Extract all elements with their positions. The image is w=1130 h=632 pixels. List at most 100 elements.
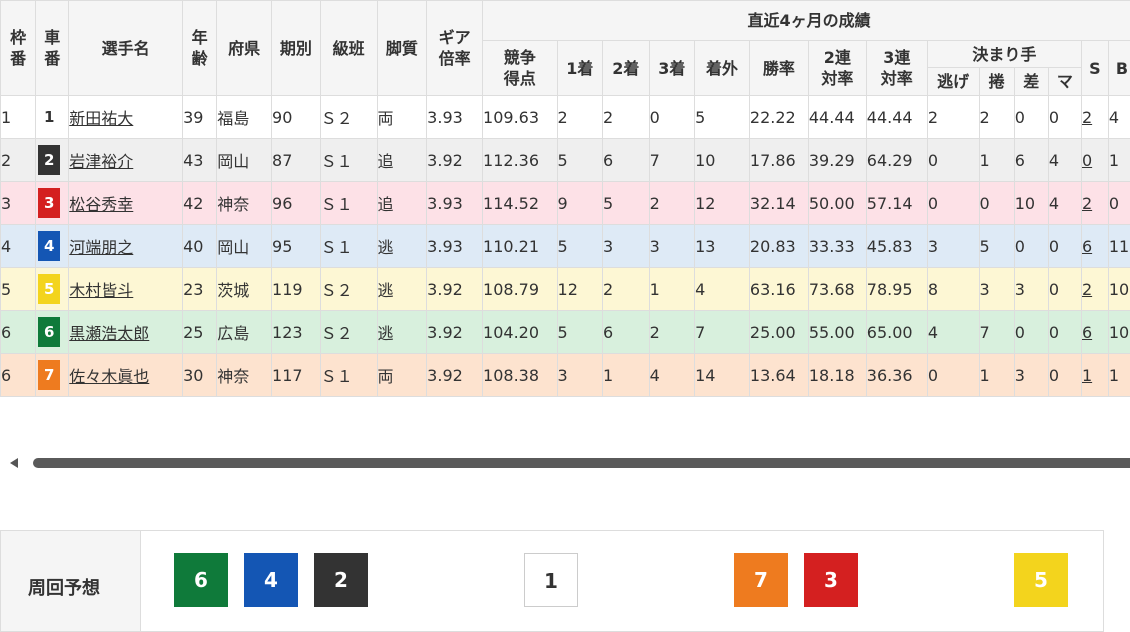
gear-ratio-cell: 3.92 [427,354,483,397]
third-count-cell: 2 [649,182,695,225]
s-count-link[interactable]: 2 [1082,108,1092,127]
header-win-rate: 勝率 [749,41,808,96]
racer-name-link[interactable]: 木村皆斗 [69,281,133,300]
score-cell: 112.36 [483,139,557,182]
header-prefecture: 府県 [217,1,272,96]
sashi-cell: 0 [1014,96,1048,139]
b-count-cell: 10 [1108,311,1130,354]
rate3-cell: 36.36 [866,354,927,397]
header-kimarite: 決まり手 [927,41,1081,68]
rate2-cell: 33.33 [808,225,866,268]
second-count-cell: 6 [603,139,650,182]
prefecture-cell: 広島 [217,311,272,354]
scroll-thumb[interactable] [33,458,1130,468]
rate3-cell: 44.44 [866,96,927,139]
grade-cell: Ｓ１ [320,354,377,397]
gear-ratio-cell: 3.93 [427,182,483,225]
prefecture-cell: 岡山 [217,225,272,268]
second-count-cell: 2 [603,268,650,311]
b-count-cell: 0 [1108,182,1130,225]
table-row: 55木村皆斗23茨城119Ｓ２逃3.92108.791221463.1673.6… [1,268,1130,311]
nige-cell: 2 [927,96,979,139]
car-number-badge: 7 [38,360,60,390]
rate3-cell: 64.29 [866,139,927,182]
s-count-cell: 2 [1081,268,1108,311]
racer-name-cell: 岩津裕介 [69,139,183,182]
s-count-link[interactable]: 6 [1082,237,1092,256]
s-count-link[interactable]: 2 [1082,280,1092,299]
header-first: 1着 [557,41,603,96]
car-number-badge: 2 [38,145,60,175]
s-count-link[interactable]: 1 [1082,366,1092,385]
out-count-cell: 12 [695,182,750,225]
b-count-cell: 11 [1108,225,1130,268]
leg-type-cell: 追 [377,182,427,225]
win-rate-cell: 32.14 [749,182,808,225]
car-number-cell: 5 [36,268,69,311]
horizontal-scrollbar[interactable] [0,450,1130,476]
waku-cell: 3 [1,182,36,225]
rate2-cell: 39.29 [808,139,866,182]
age-cell: 39 [183,96,217,139]
s-count-link[interactable]: 0 [1082,151,1092,170]
prediction-car-badge: 3 [804,553,858,607]
win-rate-cell: 63.16 [749,268,808,311]
grade-cell: Ｓ２ [320,96,377,139]
sashi-cell: 0 [1014,311,1048,354]
header-sashi: 差 [1014,68,1048,96]
score-cell: 114.52 [483,182,557,225]
rate2-cell: 18.18 [808,354,866,397]
chevron-left-icon[interactable] [10,458,18,468]
table-row: 11新田祐大39福島90Ｓ２両3.93109.63220522.2244.444… [1,96,1130,139]
gear-ratio-cell: 3.92 [427,139,483,182]
header-b: B [1108,41,1130,96]
header-car-number: 車番 [36,1,69,96]
s-count-link[interactable]: 2 [1082,194,1092,213]
prefecture-cell: 福島 [217,96,272,139]
score-cell: 108.79 [483,268,557,311]
waku-cell: 6 [1,311,36,354]
rate3-cell: 78.95 [866,268,927,311]
nige-cell: 0 [927,354,979,397]
age-cell: 43 [183,139,217,182]
sashi-cell: 3 [1014,268,1048,311]
leg-type-cell: 両 [377,96,427,139]
racer-name-link[interactable]: 松谷秀幸 [69,195,133,214]
s-count-cell: 0 [1081,139,1108,182]
grade-cell: Ｓ１ [320,182,377,225]
car-number-cell: 6 [36,311,69,354]
second-count-cell: 6 [603,311,650,354]
s-count-link[interactable]: 6 [1082,323,1092,342]
racer-name-link[interactable]: 黒瀬浩太郎 [69,324,149,343]
makuri-cell: 0 [979,182,1014,225]
second-count-cell: 2 [603,96,650,139]
leg-type-cell: 逃 [377,225,427,268]
header-age: 年齢 [183,1,217,96]
table-row: 66黒瀬浩太郎25広島123Ｓ２逃3.92104.20562725.0055.0… [1,311,1130,354]
racer-name-cell: 新田祐大 [69,96,183,139]
header-rate2: 2連対率 [808,41,866,96]
gear-ratio-cell: 3.92 [427,311,483,354]
rate2-cell: 50.00 [808,182,866,225]
waku-cell: 6 [1,354,36,397]
rate3-cell: 57.14 [866,182,927,225]
header-second: 2着 [603,41,650,96]
gear-ratio-cell: 3.93 [427,96,483,139]
win-rate-cell: 13.64 [749,354,808,397]
car-number-cell: 2 [36,139,69,182]
header-leg-type: 脚質 [377,1,427,96]
waku-cell: 5 [1,268,36,311]
lap-prediction-panel: 周回予想 6421735 [0,530,1104,632]
second-count-cell: 1 [603,354,650,397]
age-cell: 23 [183,268,217,311]
sashi-cell: 10 [1014,182,1048,225]
racer-name-link[interactable]: 河端朋之 [69,238,133,257]
racer-name-cell: 黒瀬浩太郎 [69,311,183,354]
racer-name-link[interactable]: 岩津裕介 [69,152,133,171]
racer-name-link[interactable]: 佐々木眞也 [69,367,149,386]
term-cell: 87 [272,139,321,182]
ma-cell: 0 [1048,225,1081,268]
table-row: 33松谷秀幸42神奈96Ｓ１追3.93114.529521232.1450.00… [1,182,1130,225]
racer-name-link[interactable]: 新田祐大 [69,109,133,128]
grade-cell: Ｓ１ [320,139,377,182]
